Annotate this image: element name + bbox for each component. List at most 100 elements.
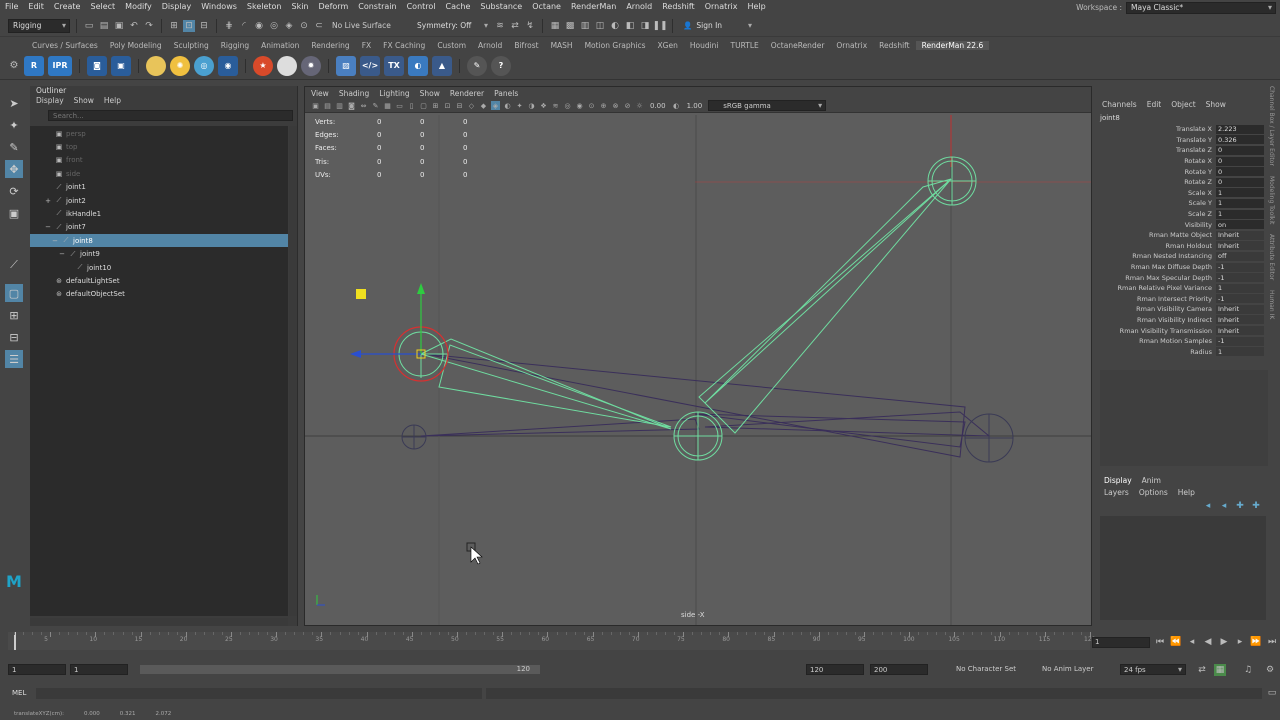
channel-name[interactable]: Translate X [1098, 125, 1216, 133]
rotate-tool-icon[interactable]: ⟳ [5, 182, 23, 200]
side-tab-channel-box-layer-editor[interactable]: Channel Box / Layer Editor [1268, 86, 1275, 166]
sound-icon[interactable]: ♫ [1242, 664, 1254, 676]
playback-start-field[interactable]: 1 [70, 664, 128, 675]
channel-value[interactable]: 0 [1216, 167, 1264, 177]
channel-name[interactable]: Scale Z [1098, 210, 1216, 218]
channel-name[interactable]: Visibility [1098, 221, 1216, 229]
channel-value[interactable]: Inherit [1216, 315, 1264, 325]
xray-icon[interactable]: ⊕ [599, 101, 608, 110]
animation-start-field[interactable]: 1 [8, 664, 66, 675]
depth-of-field-icon[interactable]: ◉ [575, 101, 584, 110]
menu-skin[interactable]: Skin [287, 2, 314, 11]
fps-dropdown[interactable]: 24 fps [1120, 664, 1186, 675]
image-plane-icon[interactable]: ◙ [347, 101, 356, 110]
channel-name[interactable]: Rman Visibility Camera [1098, 305, 1216, 313]
lights-icon[interactable]: ✦ [515, 101, 524, 110]
shadows-icon[interactable]: ◑ [527, 101, 536, 110]
gear-shader-icon[interactable]: ✹ [301, 55, 321, 76]
menu-substance[interactable]: Substance [475, 2, 527, 11]
channel-value[interactable]: 1 [1216, 283, 1264, 293]
gamma-value[interactable]: 1.00 [684, 102, 706, 110]
channel-value[interactable]: 0 [1216, 156, 1264, 166]
shelf-tab-fx-caching[interactable]: FX Caching [377, 41, 431, 50]
channel-name[interactable]: Translate Y [1098, 136, 1216, 144]
layer-menu-layers[interactable]: Layers [1104, 488, 1129, 497]
resolution-gate-icon[interactable]: ▯ [407, 101, 416, 110]
menu-modify[interactable]: Modify [120, 2, 157, 11]
outliner-vertical-scrollbar[interactable] [289, 126, 297, 616]
channel-value[interactable]: -1 [1216, 294, 1264, 304]
txmake-icon[interactable]: TX [384, 55, 404, 76]
anim-layer-label[interactable]: No Anim Layer [1042, 665, 1093, 673]
render-frame-icon[interactable]: ▩ [564, 20, 576, 32]
channel-value[interactable]: -1 [1216, 262, 1264, 272]
snap-grid-icon[interactable]: ⋕ [223, 20, 235, 32]
channel-rotate-z[interactable]: Rotate Z0 [1098, 177, 1268, 188]
shelf-tab-motion-graphics[interactable]: Motion Graphics [579, 41, 652, 50]
viewport-menu-renderer[interactable]: Renderer [450, 89, 484, 98]
input-ops-icon[interactable]: ⇄ [509, 20, 521, 32]
sign-in-dropdown[interactable]: 👤 Sign In [679, 19, 755, 33]
redo-icon[interactable]: ↷ [143, 20, 155, 32]
new-layer-selected-icon[interactable]: ✚ [1250, 500, 1262, 512]
channel-name[interactable]: Rotate Y [1098, 168, 1216, 176]
four-view-icon[interactable]: ⊞ [5, 306, 23, 324]
channel-name[interactable]: Rotate X [1098, 157, 1216, 165]
outliner-item-side[interactable]: ▣ side [30, 167, 288, 180]
snap-view-icon[interactable]: ◎ [268, 20, 280, 32]
move-layer-up-icon[interactable]: ◂ [1202, 500, 1214, 512]
channel-value[interactable]: 1 [1216, 347, 1264, 357]
wireframe-on-shaded-icon[interactable]: ◈ [491, 101, 500, 110]
shelf-tab-sculpting[interactable]: Sculpting [168, 41, 215, 50]
channel-name[interactable]: Rman Motion Samples [1098, 337, 1216, 345]
shelf-tab-renderman-22-6[interactable]: RenderMan 22.6 [915, 40, 990, 50]
shelf-tab-mash[interactable]: MASH [545, 41, 579, 50]
symmetry-dropdown[interactable]: Symmetry: Off [413, 19, 491, 33]
material-icon[interactable]: ◉ [218, 55, 238, 76]
viewport-menu-shading[interactable]: Shading [339, 89, 369, 98]
channel-name[interactable]: Rman Visibility Transmission [1098, 327, 1216, 335]
menu-renderman[interactable]: RenderMan [566, 2, 621, 11]
menu-set-dropdown[interactable]: Rigging [8, 18, 70, 33]
channel-visibility[interactable]: Visibility on [1098, 219, 1268, 230]
channel-value[interactable]: 2.223 [1216, 124, 1264, 134]
shelf-tab-octanerender[interactable]: OctaneRender [765, 41, 831, 50]
go-to-start-icon[interactable]: ⏮ [1154, 636, 1166, 648]
channel-value[interactable]: on [1216, 220, 1264, 230]
safe-action-icon[interactable]: ⊡ [443, 101, 452, 110]
shelf-tab-rigging[interactable]: Rigging [215, 41, 255, 50]
side-tab-attribute-editor[interactable]: Attribute Editor [1268, 234, 1275, 280]
light-editor-icon[interactable]: ◨ [639, 20, 651, 32]
gamma-icon[interactable]: ◐ [672, 101, 681, 110]
xray-joints-icon[interactable]: ⊗ [611, 101, 620, 110]
channel-rman-holdout[interactable]: Rman Holdout Inherit [1098, 241, 1268, 252]
viewport-panel[interactable]: View Shading Lighting Show Renderer Panels ▣ … [304, 86, 1092, 626]
cube-icon[interactable]: ▨ [336, 55, 356, 76]
channel-name[interactable]: Rman Matte Object [1098, 231, 1216, 239]
shelf-tab-bifrost[interactable]: Bifrost [508, 41, 544, 50]
script-language-label[interactable]: MEL [0, 689, 36, 697]
channel-name[interactable]: Rotate Z [1098, 178, 1216, 186]
viewport-menu-view[interactable]: View [311, 89, 329, 98]
hypershade-icon[interactable]: ◐ [609, 20, 621, 32]
menu-select[interactable]: Select [85, 2, 120, 11]
outliner-item-front[interactable]: ▣ front [30, 154, 288, 167]
channel-name[interactable]: Rman Visibility Indirect [1098, 316, 1216, 324]
tools-icon[interactable]: ✎ [467, 55, 487, 76]
mesh-light-icon[interactable]: ◐ [408, 55, 428, 76]
exposure-value[interactable]: 0.00 [647, 102, 669, 110]
channel-menu-object[interactable]: Object [1171, 100, 1195, 109]
channel-rman-visibility-camera[interactable]: Rman Visibility Camera Inherit [1098, 304, 1268, 315]
lasso-tool-icon[interactable]: ✦ [5, 116, 23, 134]
select-hierarchy-icon[interactable]: ⊞ [168, 20, 180, 32]
render-view-icon[interactable]: ▦ [549, 20, 561, 32]
shelf-tab-xgen[interactable]: XGen [652, 41, 684, 50]
pause-viewport-icon[interactable]: ❚❚ [652, 20, 667, 32]
channel-rotate-x[interactable]: Rotate X0 [1098, 156, 1268, 167]
outliner-item-ikhandle1[interactable]: ⟋ ikHandle1 [30, 207, 288, 220]
channel-name[interactable]: Rman Max Specular Depth [1098, 274, 1216, 282]
outliner-item-top[interactable]: ▣ top [30, 140, 288, 153]
channel-value[interactable]: 1 [1216, 198, 1264, 208]
playback-end-field[interactable]: 120 [806, 664, 864, 675]
dome-light-icon[interactable]: ◎ [194, 55, 214, 76]
